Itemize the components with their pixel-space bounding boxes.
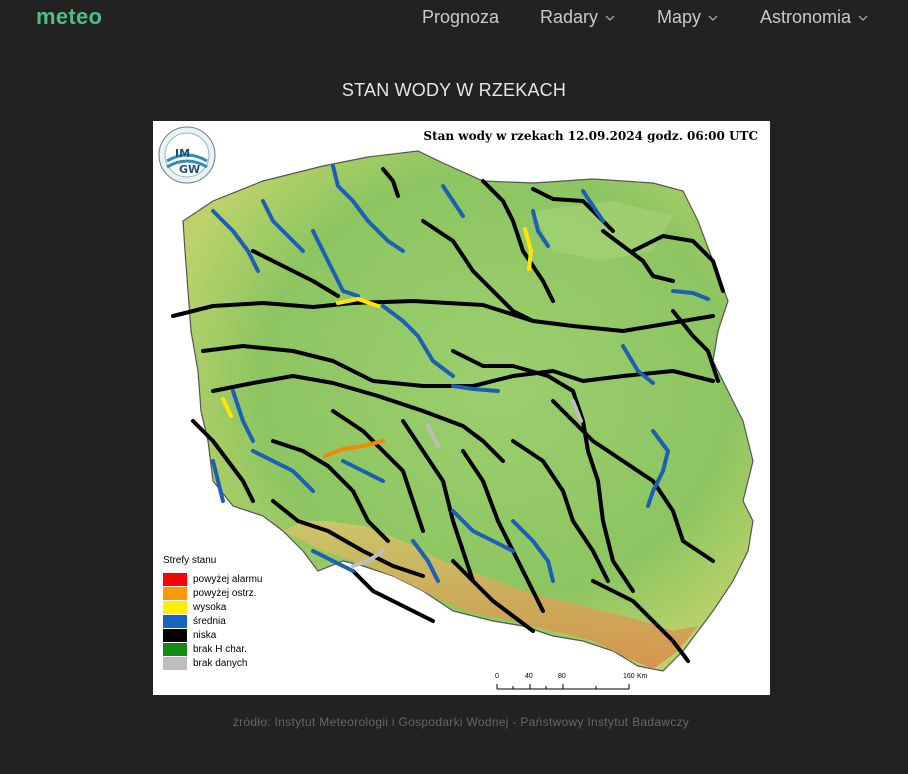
nav-astronomia[interactable]: Astronomia: [760, 7, 869, 28]
source-credit: źródło: Instytut Meteorologii i Gospodar…: [232, 715, 690, 729]
legend-label: średnia: [193, 615, 226, 627]
legend-item: brak H char.: [163, 642, 262, 656]
scale-label: 80: [558, 673, 566, 680]
page-title: STAN WODY W RZEKACH: [341, 80, 567, 100]
map-legend: Strefy stanu powyżej alarmu powyżej ostr…: [163, 555, 262, 670]
legend-label: brak danych: [193, 657, 248, 669]
nav-astronomia-label: Astronomia: [760, 7, 852, 27]
chevron-down-icon: [858, 14, 868, 21]
legend-item: powyżej ostrz.: [163, 586, 262, 600]
legend-item: niska: [163, 628, 262, 642]
legend-swatch: [163, 656, 187, 670]
imgw-logo: IM GW: [158, 126, 216, 184]
map-heading: Stan wody w rzekach 12.09.2024 godz. 06:…: [423, 129, 758, 143]
legend-swatch: [163, 628, 187, 642]
scale-unit: Km: [637, 673, 648, 680]
legend-swatch: [163, 642, 187, 656]
imgw-logo-text-2: GW: [179, 163, 200, 176]
imgw-logo-text-1: IM: [175, 147, 190, 160]
legend-swatch: [163, 572, 187, 586]
nav-prognoza[interactable]: Prognoza: [422, 7, 499, 28]
legend-item: brak danych: [163, 656, 262, 670]
legend-item: średnia: [163, 614, 262, 628]
legend-label: wysoka: [193, 601, 227, 613]
nav-radary-label: Radary: [540, 7, 599, 27]
chevron-down-icon: [708, 14, 718, 21]
scale-label: 160: [623, 673, 635, 680]
nav-mapy-label: Mapy: [657, 7, 702, 27]
nav-radary[interactable]: Radary: [540, 7, 616, 28]
legend-item: powyżej alarmu: [163, 572, 262, 586]
legend-title: Strefy stanu: [163, 555, 217, 566]
legend-label: powyżej ostrz.: [193, 587, 257, 599]
map-scale-bar: 0 40 80 160 Km: [493, 673, 648, 693]
scale-label: 0: [495, 673, 499, 680]
top-navbar: meteo Prognoza Radary Mapy Astronomia: [0, 0, 908, 40]
scale-label: 40: [525, 673, 533, 680]
river-level-map: IM GW Stan wody w rzekach 12.09.2024 god…: [153, 121, 770, 695]
site-logo[interactable]: meteo: [36, 4, 102, 30]
legend-item: wysoka: [163, 600, 262, 614]
legend-swatch: [163, 600, 187, 614]
nav-prognoza-label: Prognoza: [422, 7, 500, 27]
legend-swatch: [163, 586, 187, 600]
legend-swatch: [163, 614, 187, 628]
chevron-down-icon: [605, 14, 615, 21]
legend-label: brak H char.: [193, 643, 247, 655]
nav-mapy[interactable]: Mapy: [657, 7, 719, 28]
legend-label: powyżej alarmu: [193, 573, 263, 585]
legend-label: niska: [193, 629, 217, 641]
